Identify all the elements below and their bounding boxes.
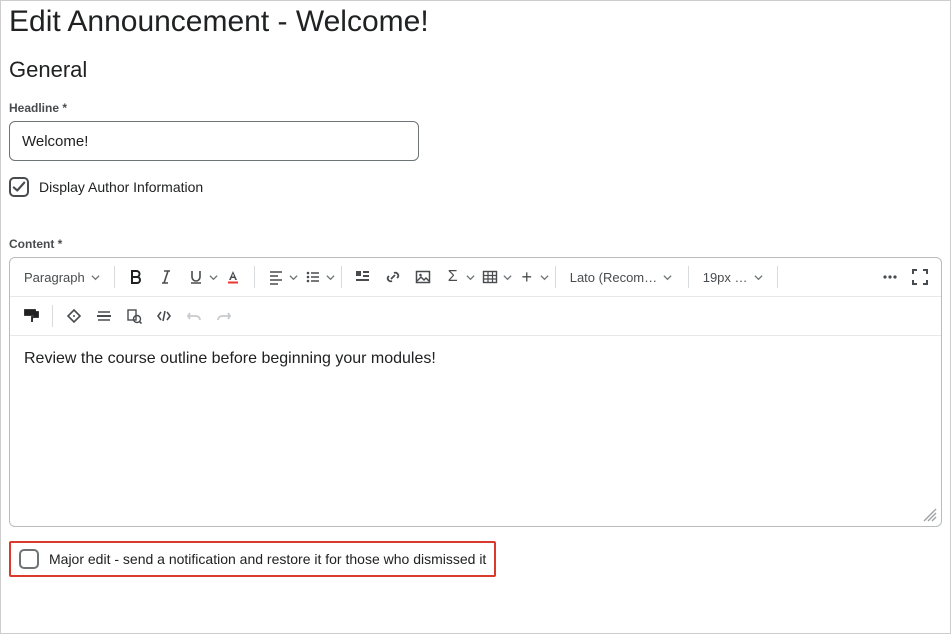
editor-toolbar-row-1: Paragraph xyxy=(10,258,941,297)
list-dropdown-icon[interactable] xyxy=(326,273,335,282)
hr-button[interactable] xyxy=(89,301,119,331)
align-left-icon xyxy=(268,269,284,285)
italic-icon xyxy=(158,269,174,285)
separator xyxy=(555,266,556,288)
headline-input[interactable] xyxy=(9,121,419,161)
font-family-dropdown[interactable]: Lato (Recom… xyxy=(562,262,682,292)
chevron-down-icon xyxy=(663,273,672,282)
divider-icon xyxy=(96,308,112,324)
redo-icon xyxy=(216,308,232,324)
headline-label: Headline * xyxy=(9,101,942,115)
page-title: Edit Announcement - Welcome! xyxy=(9,5,942,39)
insert-stuff-icon xyxy=(355,269,371,285)
italic-button[interactable] xyxy=(151,262,181,292)
rich-text-editor: Paragraph xyxy=(9,257,942,527)
separator xyxy=(341,266,342,288)
resize-handle[interactable] xyxy=(923,508,937,522)
check-icon xyxy=(12,180,26,194)
list-button[interactable] xyxy=(298,262,328,292)
separator xyxy=(688,266,689,288)
page-frame: Edit Announcement - Welcome! General Hea… xyxy=(0,0,951,634)
format-painter-button[interactable] xyxy=(16,301,46,331)
display-author-checkbox[interactable] xyxy=(9,177,29,197)
undo-button[interactable] xyxy=(179,301,209,331)
bold-button[interactable] xyxy=(121,262,151,292)
insert-more-button[interactable]: + xyxy=(512,262,542,292)
major-edit-row: Major edit - send a notification and res… xyxy=(9,541,496,577)
apply-style-button[interactable] xyxy=(59,301,89,331)
bullet-list-icon xyxy=(305,269,321,285)
fullscreen-button[interactable] xyxy=(905,262,935,292)
image-button[interactable] xyxy=(408,262,438,292)
underline-icon xyxy=(188,269,204,285)
table-dropdown-icon[interactable] xyxy=(503,273,512,282)
align-dropdown-icon[interactable] xyxy=(289,273,298,282)
chevron-down-icon xyxy=(91,273,100,282)
a11y-check-button[interactable] xyxy=(119,301,149,331)
content-editable-area[interactable]: Review the course outline before beginni… xyxy=(10,336,941,526)
resize-icon xyxy=(923,508,937,522)
table-button[interactable] xyxy=(475,262,505,292)
code-icon xyxy=(156,308,172,324)
font-size-dropdown[interactable]: 19px … xyxy=(695,262,771,292)
format-painter-icon xyxy=(22,307,40,325)
link-icon xyxy=(385,269,401,285)
paragraph-format-dropdown[interactable]: Paragraph xyxy=(16,262,108,292)
more-actions-button[interactable] xyxy=(875,262,905,292)
general-heading: General xyxy=(9,57,942,83)
equation-dropdown-icon[interactable] xyxy=(466,273,475,282)
ellipsis-icon xyxy=(882,269,898,285)
major-edit-label: Major edit - send a notification and res… xyxy=(49,551,486,567)
table-icon xyxy=(482,269,498,285)
editor-toolbar-row-2 xyxy=(10,297,941,336)
text-color-icon xyxy=(225,269,241,285)
sigma-icon: Σ xyxy=(448,268,458,286)
display-author-label: Display Author Information xyxy=(39,179,203,195)
display-author-row: Display Author Information xyxy=(9,177,942,197)
link-button[interactable] xyxy=(378,262,408,292)
align-button[interactable] xyxy=(261,262,291,292)
underline-button[interactable] xyxy=(181,262,211,292)
image-icon xyxy=(415,269,431,285)
separator xyxy=(777,266,778,288)
underline-dropdown-icon[interactable] xyxy=(209,273,218,282)
separator xyxy=(52,305,53,327)
equation-button[interactable]: Σ xyxy=(438,262,468,292)
redo-button[interactable] xyxy=(209,301,239,331)
diamond-icon xyxy=(66,308,82,324)
content-label: Content * xyxy=(9,237,942,251)
insert-stuff-button[interactable] xyxy=(348,262,378,292)
undo-icon xyxy=(186,308,202,324)
content-section: Content * Paragraph xyxy=(9,237,942,527)
eye-document-icon xyxy=(126,308,142,324)
source-code-button[interactable] xyxy=(149,301,179,331)
bold-icon xyxy=(128,269,144,285)
major-edit-checkbox[interactable] xyxy=(19,549,39,569)
insert-more-dropdown-icon[interactable] xyxy=(540,273,549,282)
text-color-button[interactable] xyxy=(218,262,248,292)
separator xyxy=(254,266,255,288)
chevron-down-icon xyxy=(754,273,763,282)
fullscreen-icon xyxy=(911,268,929,286)
plus-icon: + xyxy=(521,267,532,288)
separator xyxy=(114,266,115,288)
